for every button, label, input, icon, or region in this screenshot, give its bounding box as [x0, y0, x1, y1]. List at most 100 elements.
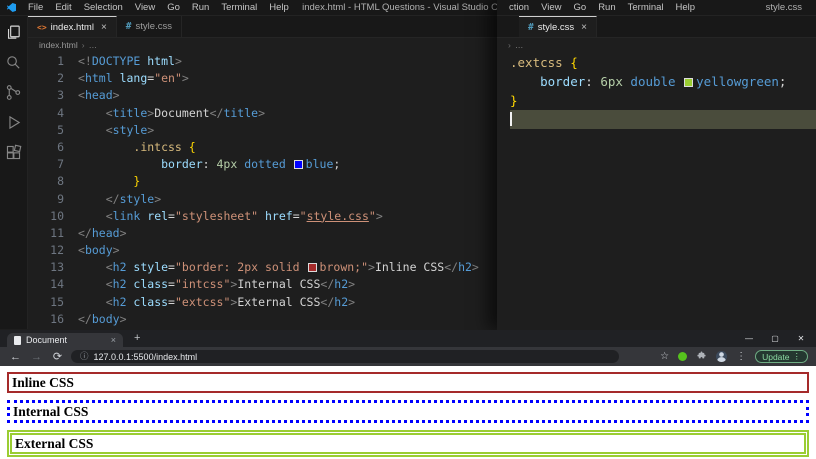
browser-tab-bar: Document × + — ▢ ✕ — [0, 330, 816, 347]
heading-inline-css: Inline CSS — [7, 372, 809, 393]
search-icon[interactable] — [5, 54, 22, 71]
breadcrumbs[interactable]: › … — [497, 38, 816, 52]
code-line[interactable]: .extcss { — [510, 53, 816, 72]
line-number: 4 — [57, 105, 64, 120]
color-swatch-icon[interactable] — [307, 263, 317, 273]
breadcrumb-chevron-icon: › — [508, 40, 511, 50]
new-tab-button[interactable]: + — [134, 330, 140, 347]
browser-tab-document[interactable]: Document × — [7, 333, 123, 347]
back-button[interactable]: ← — [8, 351, 23, 363]
heading-external-css: External CSS — [7, 430, 809, 457]
extensions-puzzle-icon[interactable] — [696, 351, 707, 362]
breadcrumb-more[interactable]: … — [89, 40, 98, 50]
site-info-icon[interactable]: ⓘ — [80, 350, 89, 363]
vscode-menubar: File Edit Selection View Go Run Terminal… — [22, 0, 295, 15]
url-text: 127.0.0.1:5500/index.html — [93, 351, 198, 362]
window-title: style.css — [765, 2, 802, 13]
color-swatch-icon[interactable] — [684, 78, 694, 87]
menu-help[interactable]: Help — [263, 0, 295, 15]
code-line[interactable]: border: 6px double yellowgreen; — [510, 72, 816, 91]
code-line[interactable] — [510, 110, 816, 129]
browser-menu-icon[interactable]: ⋮ — [736, 347, 746, 366]
menu-go[interactable]: Go — [161, 0, 186, 15]
line-number: 9 — [57, 191, 64, 206]
rendered-page: Inline CSS Internal CSS External CSS — [0, 366, 816, 459]
line-number: 6 — [57, 139, 64, 154]
line-number: 11 — [50, 225, 64, 240]
text-cursor — [510, 112, 512, 126]
tab-label: style.css — [135, 21, 172, 32]
line-number: 7 — [57, 157, 64, 172]
html-file-icon: <> — [37, 22, 47, 32]
source-control-icon[interactable] — [5, 84, 22, 101]
browser-tab-title: Document — [26, 335, 68, 345]
explorer-icon[interactable] — [5, 24, 22, 41]
menu-view[interactable]: View — [129, 0, 161, 15]
browser-toolbar: ← → ⟳ ⓘ 127.0.0.1:5500/index.html ☆ ⋮ Up… — [0, 347, 816, 366]
extension-green-icon[interactable] — [678, 352, 688, 361]
color-swatch-icon[interactable] — [293, 160, 303, 170]
menu-terminal[interactable]: Terminal — [622, 0, 670, 15]
line-number: 3 — [57, 88, 64, 103]
tab-index-html[interactable]: <> index.html × — [28, 16, 117, 37]
maximize-button[interactable]: ▢ — [762, 334, 788, 343]
line-number: 15 — [50, 294, 64, 309]
line-number: 5 — [57, 122, 64, 137]
extensions-icon[interactable] — [5, 144, 22, 161]
bookmark-star-icon[interactable]: ☆ — [660, 347, 669, 366]
update-menu-icon: ⋮ — [792, 351, 802, 361]
menu-selection[interactable]: Selection — [78, 0, 129, 15]
menu-run[interactable]: Run — [592, 0, 621, 15]
code-editor-style-css[interactable]: .extcss { border: 6px double yellowgreen… — [497, 52, 816, 329]
run-debug-icon[interactable] — [5, 114, 22, 131]
profile-avatar[interactable] — [716, 351, 728, 362]
browser-window: Document × + — ▢ ✕ ← → ⟳ ⓘ 127.0.0.1:550… — [0, 330, 816, 459]
forward-button[interactable]: → — [29, 351, 44, 363]
vscode-titlebar: ction View Go Run Terminal Help style.cs… — [497, 0, 816, 16]
line-number: 12 — [50, 243, 64, 258]
vscode-menubar: ction View Go Run Terminal Help — [503, 0, 701, 15]
editor-group: # style.css × › … .extcss { border: 6px … — [497, 16, 816, 329]
menu-selection-clipped[interactable]: ction — [503, 0, 535, 15]
menu-go[interactable]: Go — [568, 0, 593, 15]
css-file-icon: # — [528, 21, 534, 33]
tab-style-css[interactable]: # style.css — [116, 16, 182, 37]
close-tab-icon[interactable]: × — [101, 22, 107, 33]
page-favicon-icon — [14, 335, 21, 345]
menu-help[interactable]: Help — [670, 0, 702, 15]
screen: File Edit Selection View Go Run Terminal… — [0, 0, 816, 459]
menu-terminal[interactable]: Terminal — [215, 0, 263, 15]
line-number: 8 — [57, 174, 64, 189]
breadcrumb-more[interactable]: … — [515, 40, 524, 50]
window-controls: — ▢ ✕ — [736, 330, 814, 347]
update-button[interactable]: Update ⋮ — [755, 350, 808, 363]
menu-view[interactable]: View — [535, 0, 567, 15]
editor-tab-bar: # style.css × — [497, 16, 816, 38]
code-line[interactable]: } — [510, 91, 816, 110]
tab-label: style.css — [537, 21, 575, 33]
breadcrumb-chevron-icon: › — [81, 40, 85, 50]
line-number: 14 — [50, 277, 64, 292]
close-tab-icon[interactable]: × — [581, 22, 587, 33]
vscode-logo-icon — [7, 3, 16, 12]
close-button[interactable]: ✕ — [788, 334, 814, 343]
vscode-window-style-css: ction View Go Run Terminal Help style.cs… — [497, 0, 816, 330]
address-bar[interactable]: ⓘ 127.0.0.1:5500/index.html — [71, 350, 619, 363]
tab-label: index.html — [50, 21, 94, 33]
line-number: 13 — [50, 260, 64, 275]
menu-run[interactable]: Run — [186, 0, 215, 15]
reload-button[interactable]: ⟳ — [50, 350, 65, 363]
css-file-icon: # — [125, 21, 132, 32]
tab-style-css[interactable]: # style.css × — [519, 16, 598, 37]
line-number: 10 — [50, 208, 64, 223]
line-number: 16 — [50, 311, 64, 326]
menu-edit[interactable]: Edit — [49, 0, 77, 15]
activity-bar — [0, 16, 28, 329]
update-label: Update — [762, 351, 790, 362]
breadcrumb-file[interactable]: index.html — [39, 40, 78, 50]
toolbar-icons: ☆ ⋮ Update ⋮ — [660, 347, 808, 366]
menu-file[interactable]: File — [22, 0, 49, 15]
minimize-button[interactable]: — — [736, 334, 762, 343]
line-number: 1 — [57, 54, 64, 68]
close-tab-icon[interactable]: × — [111, 335, 116, 345]
